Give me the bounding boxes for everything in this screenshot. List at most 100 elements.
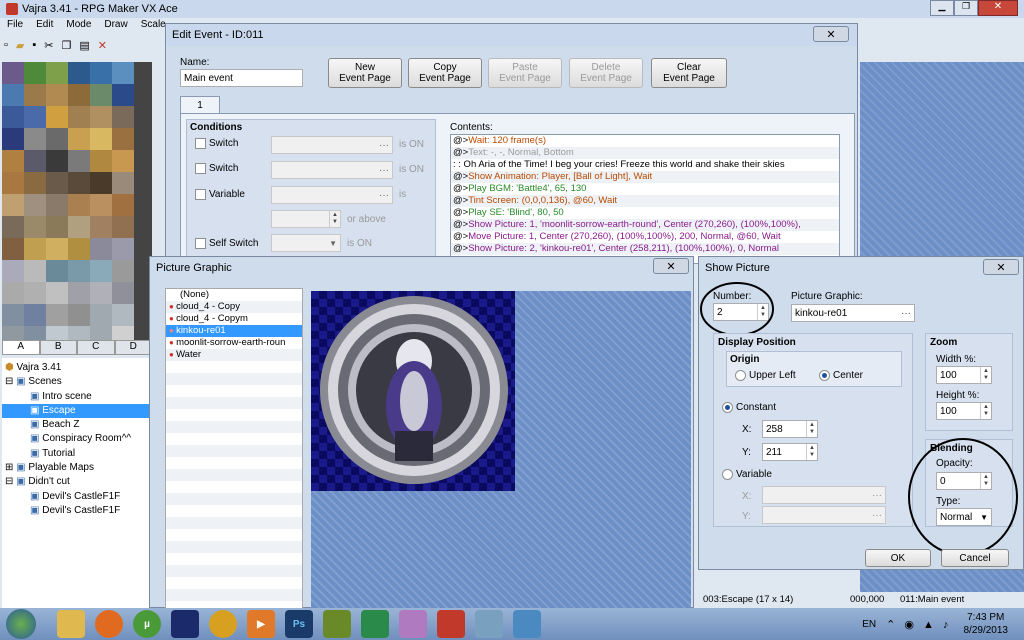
command-row[interactable]: : : Oh Aria of the Time! I beg your crie… xyxy=(451,159,839,171)
tileset-tab-a[interactable]: A xyxy=(2,340,40,355)
variable-checkbox[interactable] xyxy=(195,189,206,200)
height-stepper[interactable]: 100 ▲ ▼ xyxy=(936,402,992,420)
edit-event-close-button[interactable]: ✕ xyxy=(813,26,849,42)
new-event-page-button[interactable]: New Event Page xyxy=(328,58,402,88)
close-button[interactable]: ✕ xyxy=(978,0,1018,16)
tree-folder-scenes[interactable]: ⊟ ▣ Scenes xyxy=(2,375,152,389)
picture-file-item[interactable]: ● Water xyxy=(166,349,302,361)
self-switch-checkbox[interactable] xyxy=(195,238,206,249)
tileset-tab-c[interactable]: C xyxy=(77,340,115,355)
tileset-tab-b[interactable]: B xyxy=(39,340,77,355)
delete-icon[interactable]: ✕ xyxy=(98,39,107,52)
contents-list[interactable]: @>Wait: 120 frame(s) @>Text: -, -, Normal… xyxy=(450,134,840,264)
maximize-button[interactable]: ❐ xyxy=(954,0,978,16)
save-project-icon[interactable]: ▪ xyxy=(32,39,36,52)
picture-graphic-close-button[interactable]: ✕ xyxy=(653,258,689,274)
utorrent-icon[interactable]: µ xyxy=(133,610,161,638)
switch2-select[interactable]: ··· xyxy=(271,161,393,179)
language-indicator[interactable]: EN xyxy=(862,619,876,630)
event-name-input[interactable]: Main event xyxy=(180,69,303,87)
y-stepper[interactable]: 211 ▲ ▼ xyxy=(762,443,818,461)
variable-value-stepper[interactable]: ▲ ▼ xyxy=(271,210,341,228)
picture-file-item[interactable]: ● cloud_4 - Copym xyxy=(166,313,302,325)
variable-x-select[interactable]: ··· xyxy=(762,486,886,504)
download-icon[interactable] xyxy=(361,610,389,638)
command-prefix: @> xyxy=(453,147,469,158)
delete-event-page-button[interactable]: Delete Event Page xyxy=(569,58,643,88)
tree-item-intro-scene[interactable]: ▣ Intro scene xyxy=(2,390,152,404)
tree-folder-didnt-cut[interactable]: ⊟ ▣ Didn't cut xyxy=(2,475,152,489)
command-row[interactable]: @>Move Picture: 1, Center (270,260), (10… xyxy=(451,231,839,243)
command-row[interactable]: @>Play BGM: 'Battle4', 65, 130 xyxy=(451,183,839,195)
upper-left-radio[interactable] xyxy=(735,370,746,381)
app-icon-2[interactable] xyxy=(475,610,503,638)
image-icon[interactable] xyxy=(399,610,427,638)
rpgmaker-icon[interactable] xyxy=(437,610,465,638)
minimize-button[interactable]: ▁ xyxy=(930,0,954,16)
menu-edit[interactable]: Edit xyxy=(36,19,53,35)
tree-folder-playable-maps[interactable]: ⊞ ▣ Playable Maps xyxy=(2,461,152,475)
tab-page-1[interactable]: 1 xyxy=(180,96,220,114)
paste-icon[interactable]: ▤ xyxy=(79,39,89,52)
switch1-select[interactable]: ··· xyxy=(271,136,393,154)
game-icon[interactable] xyxy=(323,610,351,638)
chrome-icon[interactable] xyxy=(209,610,237,638)
tree-item-tutorial[interactable]: ▣ Tutorial xyxy=(2,447,152,461)
paint-icon[interactable] xyxy=(513,610,541,638)
tree-item-beach-z[interactable]: ▣ Beach Z xyxy=(2,418,152,432)
copy-event-page-button[interactable]: Copy Event Page xyxy=(408,58,482,88)
menu-file[interactable]: File xyxy=(7,19,23,35)
command-row[interactable]: @>Tint Screen: (0,0,0,136), @60, Wait xyxy=(451,195,839,207)
tree-item-devils-castle-2[interactable]: ▣ Devil's CastleF1F xyxy=(2,504,152,518)
picture-file-item[interactable]: (None) xyxy=(166,289,302,301)
clear-event-page-button[interactable]: Clear Event Page xyxy=(651,58,727,88)
ok-button[interactable]: OK xyxy=(865,549,931,567)
explorer-icon[interactable] xyxy=(57,610,85,638)
command-row[interactable]: @>Show Picture: 2, 'kinkou-re01', Center… xyxy=(451,243,839,255)
open-project-icon[interactable]: ▰ xyxy=(16,39,24,52)
picture-file-item[interactable]: ● kinkou-re01 xyxy=(166,325,302,337)
switch1-checkbox[interactable] xyxy=(195,138,206,149)
picture-file-item[interactable]: ● cloud_4 - Copy xyxy=(166,301,302,313)
clock[interactable]: 7:43 PM 8/29/2013 xyxy=(964,611,1009,637)
menu-draw[interactable]: Draw xyxy=(104,19,127,35)
menu-scale[interactable]: Scale xyxy=(141,19,166,35)
command-row[interactable]: @>Play SE: 'Blind', 80, 50 xyxy=(451,207,839,219)
constant-radio[interactable] xyxy=(722,402,733,413)
start-button[interactable] xyxy=(6,609,36,639)
media-icon[interactable] xyxy=(171,610,199,638)
cut-icon[interactable]: ✂ xyxy=(44,39,53,52)
variable-y-select[interactable]: ··· xyxy=(762,506,886,524)
tray-icons[interactable]: ⌃ ◉ ▲ ♪ xyxy=(886,618,951,631)
tileset-palette[interactable] xyxy=(2,62,152,340)
command-row[interactable]: @>Show Animation: Player, [Ball of Light… xyxy=(451,171,839,183)
switch2-checkbox[interactable] xyxy=(195,163,206,174)
cancel-button[interactable]: Cancel xyxy=(941,549,1009,567)
picture-graphic-field[interactable]: kinkou-re01 ··· xyxy=(791,304,915,322)
tree-root[interactable]: ⬢ Vajra 3.41 xyxy=(2,361,152,375)
x-stepper[interactable]: 258 ▲ ▼ xyxy=(762,420,818,438)
center-radio[interactable] xyxy=(819,370,830,381)
tree-item-escape[interactable]: ▣ Escape xyxy=(2,403,150,419)
firefox-icon[interactable] xyxy=(95,610,123,638)
menu-mode[interactable]: Mode xyxy=(66,19,91,35)
picture-file-list[interactable]: (None) ● cloud_4 - Copy ● cloud_4 - Copym ●… xyxy=(165,288,303,609)
player-icon[interactable]: ▶ xyxy=(247,610,275,638)
tree-item-devils-castle-1[interactable]: ▣ Devil's CastleF1F xyxy=(2,490,152,504)
tree-item-conspiracy-room[interactable]: ▣ Conspiracy Room^^ xyxy=(2,432,152,446)
command-row[interactable]: @>Text: -, -, Normal, Bottom xyxy=(451,147,839,159)
command-row[interactable]: @>Show Picture: 1, 'moonlit-sorrow-earth… xyxy=(451,219,839,231)
photoshop-icon[interactable]: Ps xyxy=(285,610,313,638)
tileset-tab-d[interactable]: D xyxy=(114,340,152,355)
variable-select[interactable]: ··· xyxy=(271,186,393,204)
self-switch-select[interactable]: ▼ xyxy=(271,234,341,252)
variable-radio[interactable] xyxy=(722,469,733,480)
show-picture-close-button[interactable]: ✕ xyxy=(983,259,1019,275)
command-row[interactable]: @>Wait: 120 frame(s) xyxy=(451,135,839,147)
new-project-icon[interactable]: ▫ xyxy=(4,39,8,52)
picture-file-item[interactable]: ● moonlit-sorrow-earth-roun xyxy=(166,337,302,349)
copy-icon[interactable]: ❐ xyxy=(62,39,72,52)
picture-preview xyxy=(311,291,691,609)
paste-event-page-button[interactable]: Paste Event Page xyxy=(488,58,562,88)
width-stepper[interactable]: 100 ▲ ▼ xyxy=(936,366,992,384)
